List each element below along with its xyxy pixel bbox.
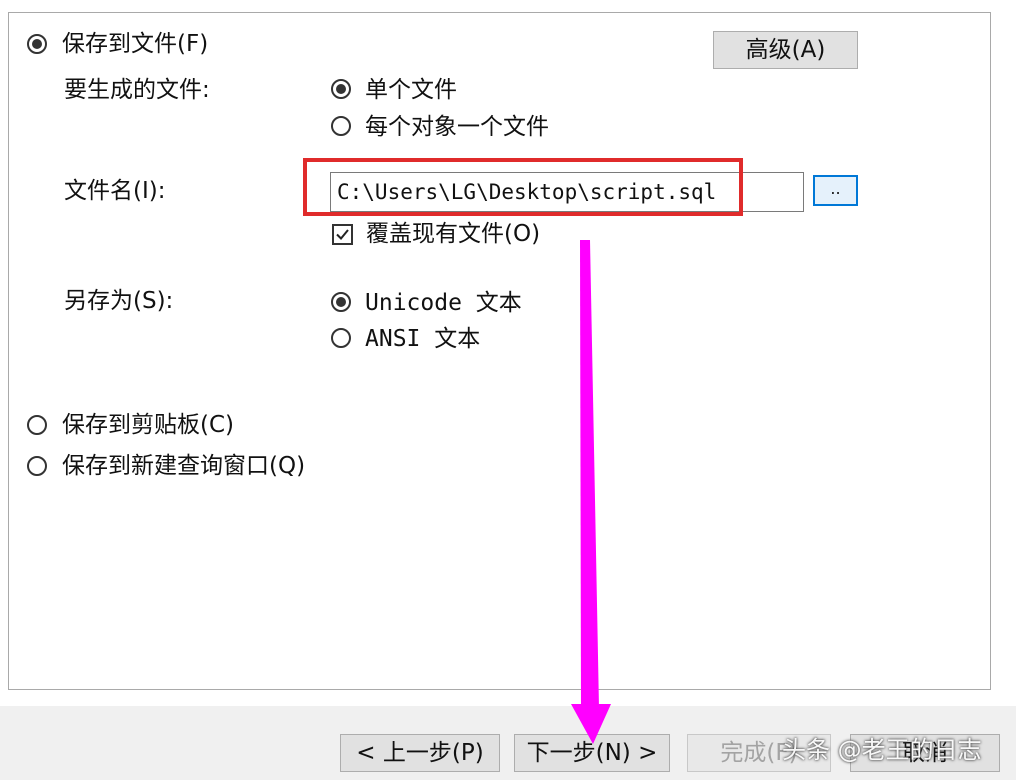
watermark-text: 头条 @老王的日志: [782, 736, 982, 764]
annotation-arrow-icon: [571, 240, 611, 744]
